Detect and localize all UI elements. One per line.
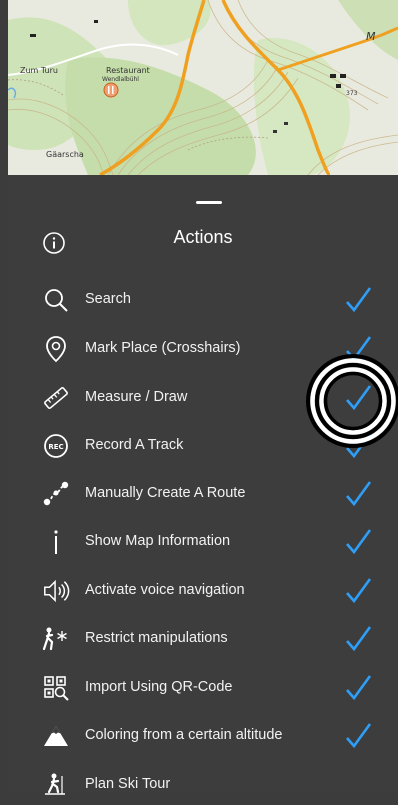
sheet-drag-handle[interactable] bbox=[196, 201, 222, 204]
ruler-icon bbox=[42, 384, 70, 412]
map-label-m: M bbox=[366, 30, 376, 43]
hiker-snow-icon bbox=[42, 625, 70, 653]
map-label-zum-turu: Zum Turu bbox=[20, 66, 58, 75]
action-row-measure-draw[interactable]: Measure / Draw bbox=[8, 378, 398, 418]
action-label: Show Map Information bbox=[85, 533, 231, 549]
map-view[interactable]: Zum Turu Restaurant Wendlalbühl Gäarscha… bbox=[8, 0, 398, 175]
action-row-import-qr[interactable]: Import Using QR-Code bbox=[8, 668, 398, 708]
checkmark-icon[interactable] bbox=[342, 720, 374, 752]
map-pin-icon bbox=[42, 335, 70, 363]
action-label: Plan Ski Tour bbox=[85, 776, 171, 792]
record-icon: REC bbox=[42, 432, 70, 460]
map-label-gaarscha: Gäarscha bbox=[46, 150, 84, 159]
action-label: Record A Track bbox=[85, 437, 184, 453]
action-row-plan-ski-tour[interactable]: Plan Ski Tour bbox=[8, 765, 398, 805]
svg-text:REC: REC bbox=[48, 443, 63, 451]
action-label: Search bbox=[85, 291, 131, 307]
speaker-icon bbox=[42, 577, 70, 605]
map-label-elevation-373: 373 bbox=[346, 90, 358, 97]
action-label: Manually Create A Route bbox=[85, 485, 246, 501]
action-row-restrict-manipulations[interactable]: Restrict manipulations bbox=[8, 619, 398, 659]
checkmark-icon[interactable] bbox=[342, 575, 374, 607]
checkmark-icon[interactable] bbox=[342, 672, 374, 704]
search-icon bbox=[42, 286, 70, 314]
action-row-map-information[interactable]: Show Map Information bbox=[8, 522, 398, 562]
map-label-restaurant-sub: Wendlalbühl bbox=[102, 76, 139, 83]
checkmark-icon[interactable] bbox=[342, 526, 374, 558]
action-row-create-route[interactable]: Manually Create A Route bbox=[8, 474, 398, 514]
action-label: Restrict manipulations bbox=[85, 630, 228, 646]
checkmark-icon[interactable] bbox=[342, 623, 374, 655]
info-bar-icon bbox=[42, 528, 70, 556]
mountain-icon bbox=[42, 722, 70, 750]
checkmark-icon[interactable] bbox=[342, 284, 374, 316]
action-label: Coloring from a certain altitude bbox=[85, 727, 283, 743]
checkmark-icon[interactable] bbox=[342, 478, 374, 510]
action-row-record-track[interactable]: REC Record A Track bbox=[8, 426, 398, 466]
checkmark-icon[interactable] bbox=[342, 333, 374, 365]
map-canvas bbox=[8, 0, 398, 175]
action-row-mark-place[interactable]: Mark Place (Crosshairs) bbox=[8, 329, 398, 369]
map-label-restaurant: Restaurant bbox=[106, 66, 150, 75]
action-label: Import Using QR-Code bbox=[85, 679, 233, 695]
sheet-title: Actions bbox=[173, 227, 233, 247]
actions-sheet: Actions Search Mark Place (Crosshairs) M… bbox=[8, 175, 398, 795]
action-row-search[interactable]: Search bbox=[8, 280, 398, 320]
checkmark-icon[interactable] bbox=[342, 430, 374, 462]
action-row-voice-navigation[interactable]: Activate voice navigation bbox=[8, 571, 398, 611]
qr-code-icon bbox=[42, 674, 70, 702]
ski-tour-icon bbox=[42, 771, 70, 799]
action-row-coloring-altitude[interactable]: Coloring from a certain altitude bbox=[8, 716, 398, 756]
route-icon bbox=[42, 480, 70, 508]
action-label: Measure / Draw bbox=[85, 389, 188, 405]
checkmark-icon[interactable] bbox=[342, 382, 374, 414]
action-label: Mark Place (Crosshairs) bbox=[85, 340, 241, 356]
action-label: Activate voice navigation bbox=[85, 582, 245, 598]
